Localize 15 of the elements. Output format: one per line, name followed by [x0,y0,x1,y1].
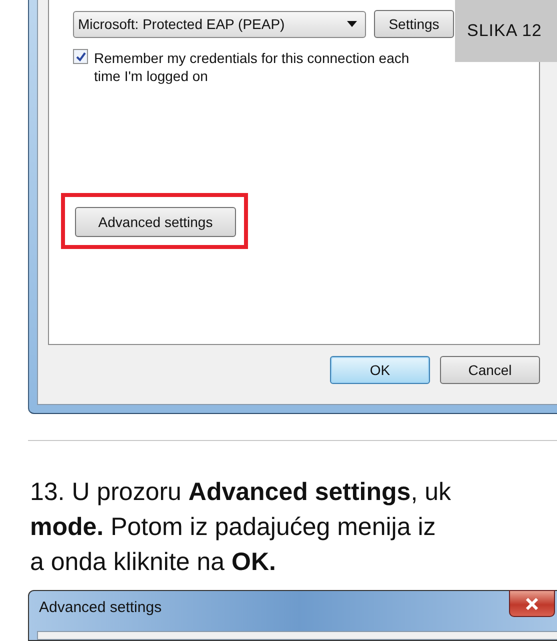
remember-label: Remember my credentials for this connection each time I'm logged on [94,49,410,85]
ok-button[interactable]: OK [330,356,430,384]
dropdown-arrow-icon [347,21,357,27]
remember-checkbox[interactable] [73,49,88,64]
instruction-text: a onda kliknite na OK. [30,547,277,578]
window-title: Advanced settings [38,598,162,616]
settings-button[interactable]: Settings [374,10,454,38]
instruction-text: 13. U prozoru Advanced settings, uk [30,477,452,508]
advanced-settings-button[interactable]: Advanced settings [75,207,236,237]
auth-method-dropdown[interactable]: Microsoft: Protected EAP (PEAP) [73,10,366,38]
close-icon [525,598,539,610]
instruction-text: mode. Potom iz padajućeg menija iz [30,512,437,544]
close-button[interactable] [509,590,555,618]
figure-caption: SLIKA 12 [455,0,557,62]
cancel-button[interactable]: Cancel [440,356,540,384]
